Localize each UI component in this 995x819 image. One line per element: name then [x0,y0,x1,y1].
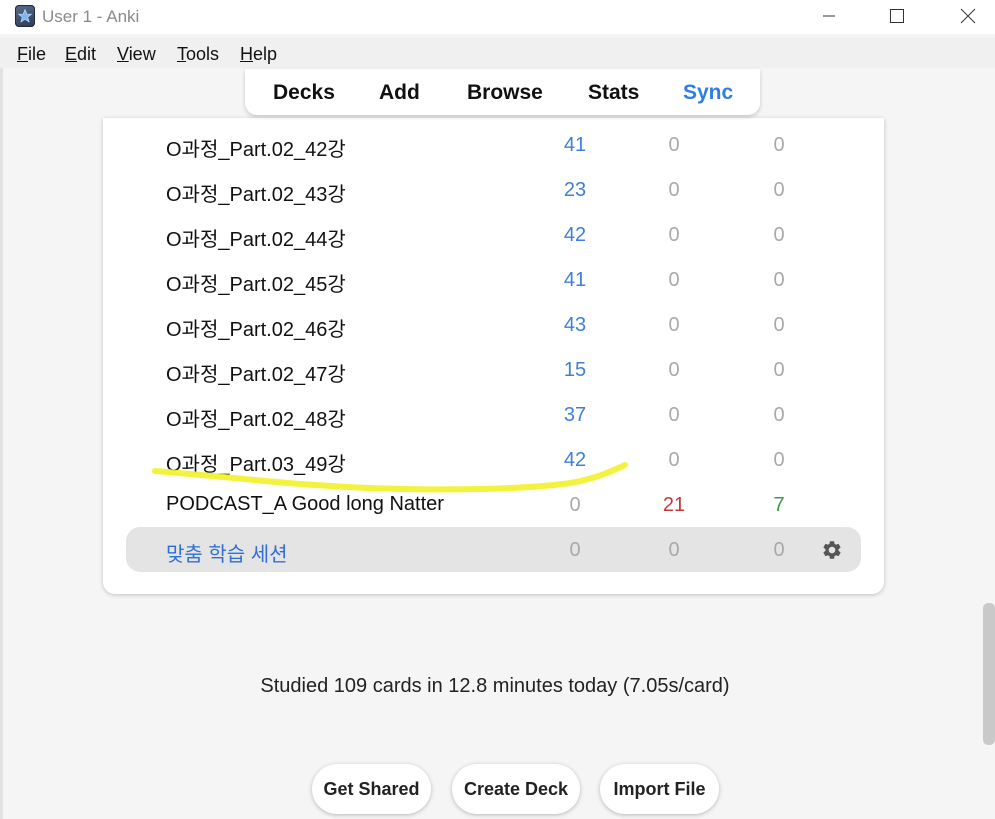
deck-due-count: 0 [773,134,785,156]
close-button[interactable] [945,0,991,32]
deck-new-count: 0 [569,539,581,561]
toolbar-sync[interactable]: Sync [683,81,733,105]
deck-name[interactable]: O과정_Part.02_43강 [166,178,346,207]
deck-due-count: 0 [773,314,785,336]
deck-due-count: 0 [773,449,785,471]
deck-name[interactable]: 맞춤 학습 세션 [166,538,288,567]
maximize-button[interactable] [874,0,920,32]
menu-tools[interactable]: Tools [177,44,219,65]
menu-help[interactable]: Help [240,44,277,65]
deck-learn-count: 0 [668,404,680,426]
deck-new-count: 42 [563,224,587,246]
deck-learn-count: 0 [668,224,680,246]
minimize-button[interactable] [806,0,852,32]
window-left-edge [0,68,3,819]
deck-name[interactable]: O과정_Part.02_46강 [166,313,346,342]
deck-learn-count: 0 [668,134,680,156]
toolbar-browse[interactable]: Browse [467,81,543,105]
deck-new-count: 37 [563,404,587,426]
menu-file[interactable]: File [17,44,46,65]
deck-list: O과정_Part.02_42강 41 0 0 O과정_Part.02_43강 23 0 0 O과… [103,118,884,594]
deck-row[interactable]: O과정_Part.03_49강 42 0 0 [103,437,884,482]
study-stats: Studied 109 cards in 12.8 minutes today … [260,675,730,697]
deck-row[interactable]: O과정_Part.02_42강 41 0 0 [103,122,884,167]
deck-new-count: 41 [563,134,587,156]
deck-new-count: 42 [563,449,587,471]
deck-name[interactable]: PODCAST_A Good long Natter [166,493,444,516]
anki-app-icon [15,5,35,27]
deck-due-count: 0 [773,404,785,426]
deck-new-count: 43 [563,314,587,336]
scrollbar-thumb[interactable] [983,603,995,745]
deck-learn-count: 0 [668,359,680,381]
gear-icon[interactable] [821,539,843,561]
deck-name[interactable]: O과정_Part.02_45강 [166,268,346,297]
deck-learn-count: 21 [662,494,686,516]
deck-new-count: 41 [563,269,587,291]
deck-row[interactable]: PODCAST_A Good long Natter 0 21 7 [103,482,884,527]
deck-due-count: 7 [773,494,785,516]
menu-edit[interactable]: Edit [65,44,96,65]
deck-due-count: 0 [773,224,785,246]
toolbar-decks[interactable]: Decks [273,81,335,105]
deck-name[interactable]: O과정_Part.02_44강 [166,223,346,252]
deck-learn-count: 0 [668,269,680,291]
deck-new-count: 15 [563,359,587,381]
deck-new-count: 0 [569,494,581,516]
deck-due-count: 0 [773,269,785,291]
deck-due-count: 0 [773,179,785,201]
deck-learn-count: 0 [668,179,680,201]
get-shared-button[interactable]: Get Shared [312,764,431,814]
deck-learn-count: 0 [668,539,680,561]
deck-row[interactable]: O과정_Part.02_43강 23 0 0 [103,167,884,212]
deck-name[interactable]: O과정_Part.02_47강 [166,358,346,387]
deck-name[interactable]: O과정_Part.02_42강 [166,133,346,162]
deck-row[interactable]: 맞춤 학습 세션 0 0 0 [126,527,861,572]
main-toolbar: Decks Add Browse Stats Sync [245,69,760,115]
deck-new-count: 23 [563,179,587,201]
menu-view[interactable]: View [117,44,156,65]
deck-row[interactable]: O과정_Part.02_48강 37 0 0 [103,392,884,437]
deck-name[interactable]: O과정_Part.03_49강 [166,448,346,477]
menu-bar: File Edit View Tools Help [0,38,995,68]
deck-due-count: 0 [773,539,785,561]
create-deck-button[interactable]: Create Deck [452,764,580,814]
deck-name[interactable]: O과정_Part.02_48강 [166,403,346,432]
deck-due-count: 0 [773,359,785,381]
title-bar: User 1 - Anki [0,0,995,34]
deck-learn-count: 0 [668,449,680,471]
deck-row[interactable]: O과정_Part.02_45강 41 0 0 [103,257,884,302]
deck-row[interactable]: O과정_Part.02_47강 15 0 0 [103,347,884,392]
import-file-button[interactable]: Import File [600,764,719,814]
toolbar-stats[interactable]: Stats [588,81,639,105]
window-title: User 1 - Anki [42,7,140,26]
deck-learn-count: 0 [668,314,680,336]
toolbar-add[interactable]: Add [379,81,420,105]
deck-row[interactable]: O과정_Part.02_46강 43 0 0 [103,302,884,347]
deck-row[interactable]: O과정_Part.02_44강 42 0 0 [103,212,884,257]
